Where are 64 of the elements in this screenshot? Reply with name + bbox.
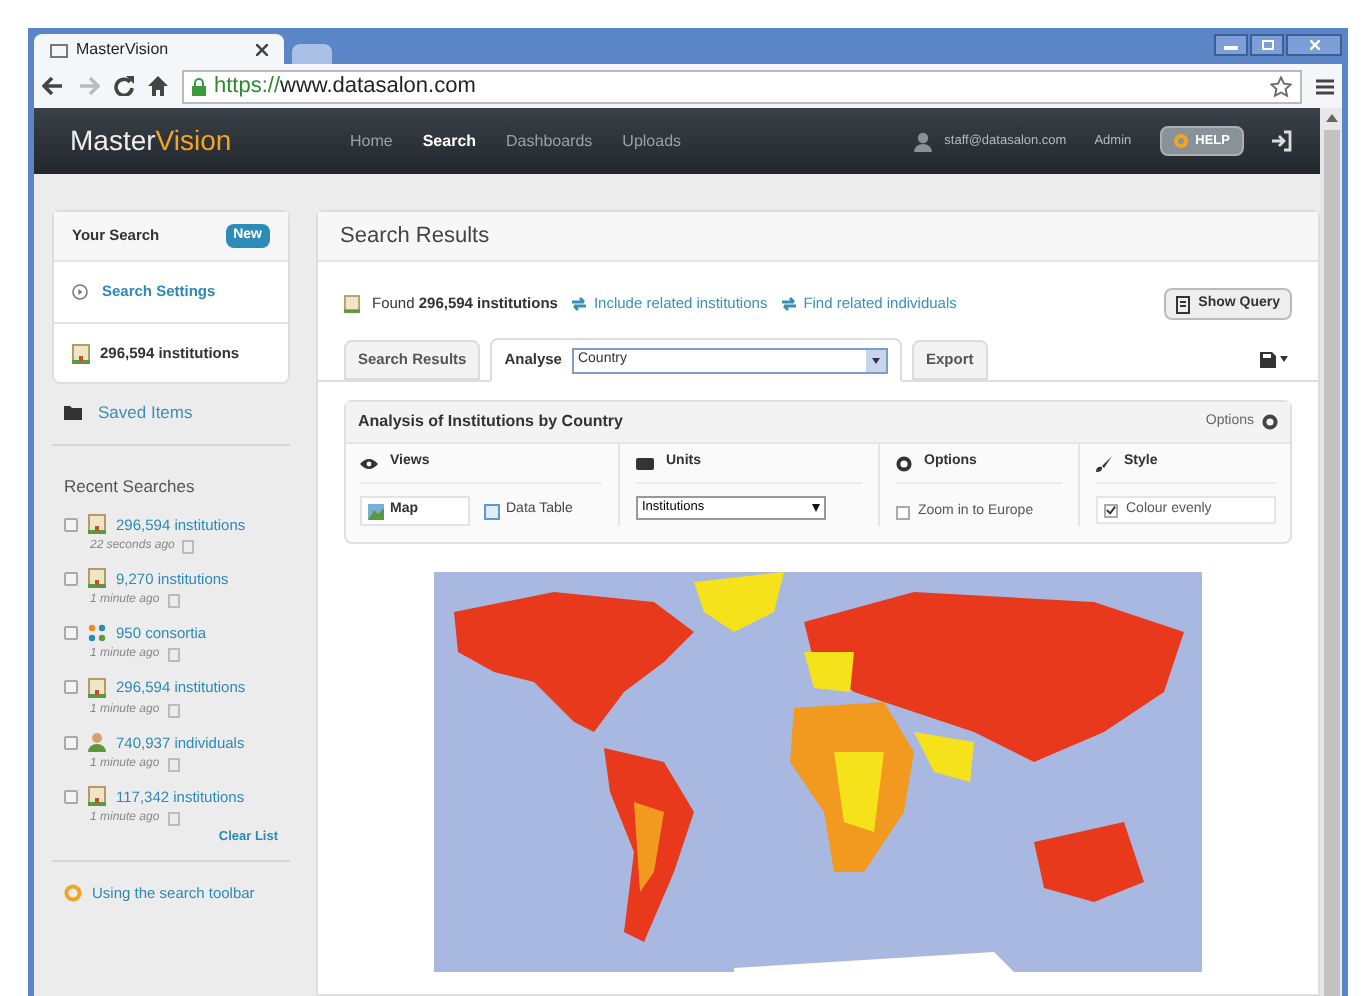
row-checkbox[interactable] <box>64 626 78 641</box>
link-arrows-icon <box>779 296 798 312</box>
analysis-title: Analysis of Institutions by Country <box>358 410 623 434</box>
document-icon[interactable] <box>167 703 180 717</box>
brush-icon <box>1096 455 1112 471</box>
saved-items-link[interactable]: Saved Items <box>52 400 290 426</box>
row-checkbox[interactable] <box>64 735 78 750</box>
row-checkbox[interactable] <box>64 517 78 532</box>
nav-link[interactable]: Uploads <box>622 129 682 153</box>
document-icon[interactable] <box>167 648 180 663</box>
address-bar[interactable]: https://www.datasalon.com <box>182 69 1302 103</box>
document-icon[interactable] <box>167 812 180 826</box>
star-icon[interactable] <box>1270 75 1292 97</box>
new-tab-button[interactable] <box>292 44 332 64</box>
panel-title: Search Results <box>340 221 490 252</box>
person-icon <box>88 732 106 753</box>
scrollbar[interactable] <box>1320 108 1342 996</box>
eye-icon <box>360 457 378 469</box>
building-icon <box>344 294 360 314</box>
close-window-button[interactable] <box>1286 34 1342 56</box>
row-checkbox[interactable] <box>64 680 78 695</box>
settings-icon <box>1262 414 1278 430</box>
document-icon[interactable] <box>167 757 180 772</box>
building-icon <box>88 786 106 807</box>
restore-button[interactable] <box>1250 34 1284 56</box>
table-view-icon <box>484 503 500 519</box>
minimize-button[interactable] <box>1214 34 1248 56</box>
logout-icon[interactable] <box>1272 130 1292 152</box>
building-icon <box>88 514 106 535</box>
back-icon[interactable] <box>42 76 64 96</box>
document-icon <box>1176 295 1191 313</box>
save-menu-icon[interactable] <box>1260 351 1292 367</box>
link-arrows-icon <box>569 296 588 312</box>
row-checkbox[interactable] <box>64 789 78 804</box>
document-icon[interactable] <box>167 594 180 608</box>
recent-searches-heading: Recent Searches <box>64 473 197 499</box>
reload-icon[interactable] <box>114 76 134 96</box>
menu-icon[interactable] <box>1316 77 1334 95</box>
building-icon <box>72 343 90 363</box>
tab-page-icon <box>50 41 68 57</box>
forward-icon[interactable] <box>78 76 100 96</box>
gear-icon <box>896 455 912 471</box>
network-icon <box>88 624 106 643</box>
nav-link[interactable]: Home <box>350 129 393 153</box>
user-icon <box>914 131 933 151</box>
nav-link[interactable]: Dashboards <box>506 129 593 153</box>
building-icon <box>88 568 106 589</box>
app-logo[interactable]: MasterVision <box>70 120 350 162</box>
play-circle-icon <box>72 284 88 300</box>
lock-icon <box>192 77 206 95</box>
checkmark-icon <box>1106 504 1116 516</box>
url-text: https://www.datasalon.com <box>214 71 478 102</box>
close-icon <box>1309 40 1319 50</box>
lifebuoy-icon <box>64 883 82 902</box>
units-icon <box>636 457 654 469</box>
folder-icon <box>64 405 82 420</box>
nav-link[interactable]: Search <box>422 129 477 153</box>
map-view-icon <box>368 503 384 519</box>
browser-tab[interactable]: MasterVision <box>34 34 284 64</box>
document-icon[interactable] <box>182 539 195 554</box>
home-icon[interactable] <box>148 76 168 96</box>
row-checkbox[interactable] <box>64 571 78 586</box>
close-tab-icon[interactable] <box>256 43 268 55</box>
building-icon <box>88 677 106 698</box>
